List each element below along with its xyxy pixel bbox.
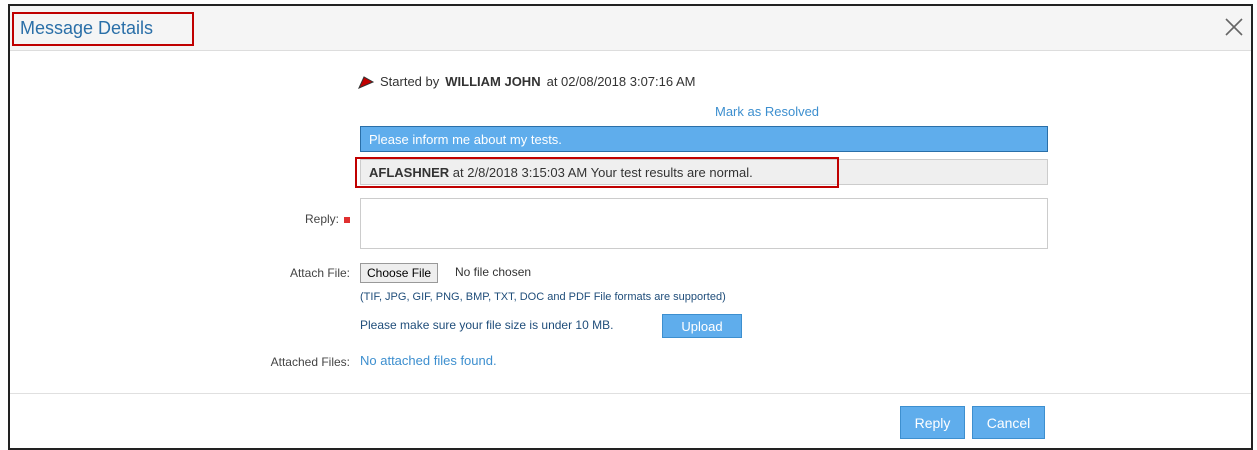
reply-author: AFLASHNER (369, 165, 450, 180)
mark-as-resolved-link[interactable]: Mark as Resolved (715, 104, 819, 119)
original-message: Please inform me about my tests. (360, 126, 1048, 152)
cancel-button[interactable]: Cancel (972, 406, 1045, 439)
upload-button[interactable]: Upload (662, 314, 742, 338)
size-note: Please make sure your file size is under… (360, 318, 614, 332)
reply-message: AFLASHNER at 2/8/2018 3:15:03 AM Your te… (360, 159, 1048, 185)
dialog-header: Message Details (10, 6, 1251, 51)
reply-text: at 2/8/2018 3:15:03 AM Your test results… (452, 165, 753, 180)
reply-textarea[interactable] (360, 198, 1048, 249)
started-prefix: Started by (380, 74, 440, 89)
footer-divider (10, 393, 1251, 394)
flag-icon (358, 75, 374, 89)
reply-label: Reply: (304, 212, 339, 226)
reply-button[interactable]: Reply (900, 406, 965, 439)
attach-file-label: Attach File: (289, 266, 350, 280)
started-at: at 02/08/2018 3:07:16 AM (546, 74, 696, 89)
reply-label-row: Reply: (280, 212, 350, 226)
started-by-line: Started by WILLIAM JOHN at 02/08/2018 3:… (358, 74, 696, 89)
close-icon[interactable] (1223, 16, 1245, 38)
attached-files-label: Attached Files: (270, 355, 350, 369)
message-details-dialog: Message Details Started by WILLIAM JOHN … (8, 4, 1253, 450)
attached-files-value: No attached files found. (360, 353, 497, 368)
choose-file-button[interactable]: Choose File (360, 263, 439, 283)
dialog-title: Message Details (20, 18, 154, 38)
no-file-chosen-text: No file chosen (455, 265, 532, 279)
required-marker-icon (344, 216, 350, 223)
formats-note: (TIF, JPG, GIF, PNG, BMP, TXT, DOC and P… (360, 291, 726, 303)
started-by-name: WILLIAM JOHN (445, 74, 541, 89)
